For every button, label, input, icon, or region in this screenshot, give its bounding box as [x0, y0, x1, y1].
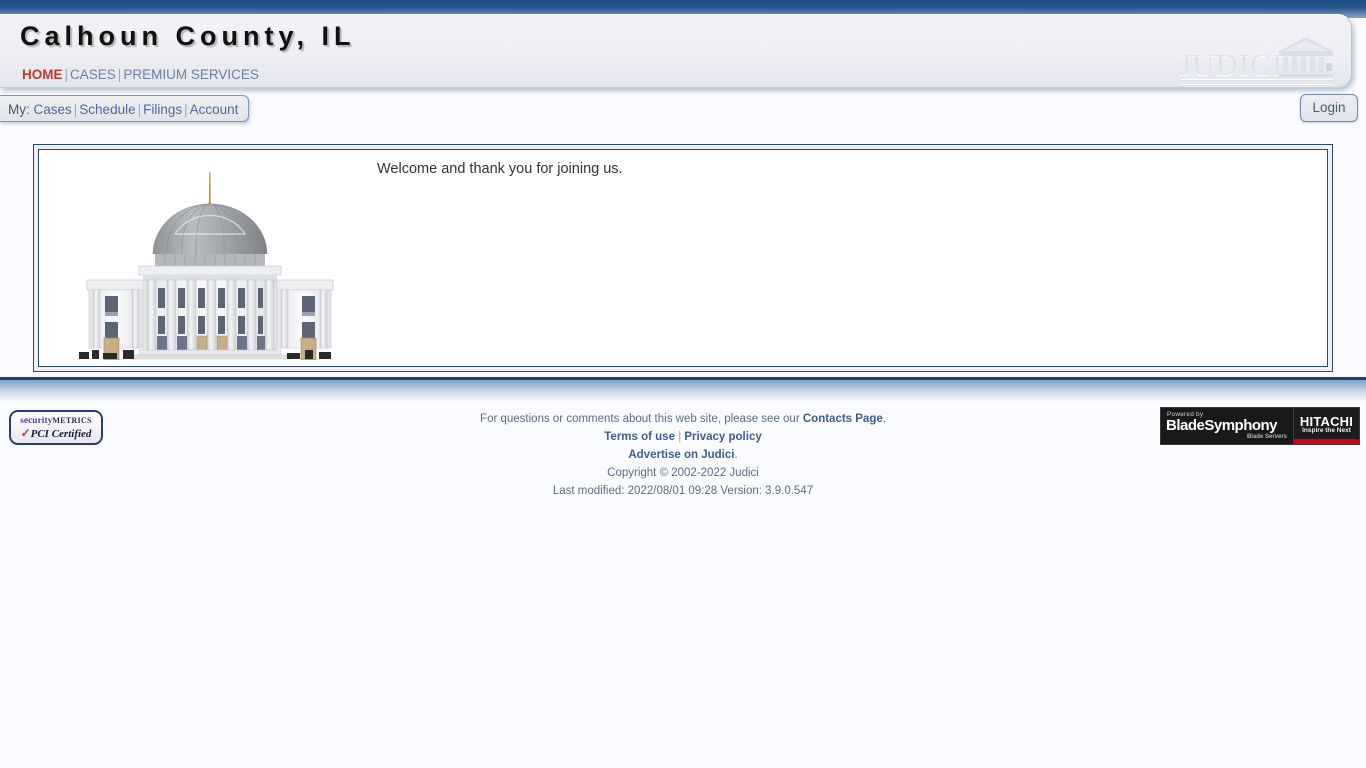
- subnav-link-cases[interactable]: Cases: [34, 102, 72, 117]
- judici-wordmark: JUDICI: [1179, 47, 1284, 82]
- my-label: My:: [8, 102, 30, 117]
- footer-version: Last modified: 2022/08/01 09:28 Version:…: [552, 485, 814, 497]
- bladesymphony-section: Powered by BladeSymphony Blade Servers: [1161, 408, 1293, 444]
- courthouse-illustration: [79, 172, 334, 360]
- subnav-separator: |: [184, 102, 188, 117]
- nav-link-cases[interactable]: CASES: [70, 67, 116, 82]
- subnav-link-filings[interactable]: Filings: [143, 102, 182, 117]
- subnav-separator: |: [73, 102, 78, 117]
- nav-link-premium-services[interactable]: PREMIUM SERVICES: [123, 67, 259, 82]
- footer-advertise-line: Advertise on Judici.: [0, 446, 1366, 464]
- judici-rule-bottom: [1181, 84, 1333, 86]
- welcome-message: Welcome and thank you for joining us.: [377, 161, 623, 177]
- site-footer: securityMETRICS ✓PCI Certified For quest…: [0, 402, 1366, 502]
- footer-separator: |: [678, 431, 682, 443]
- courthouse-icon: [1278, 37, 1334, 77]
- judici-logo[interactable]: JUDICI: [1179, 35, 1339, 93]
- hitachi-red-bar: [1294, 439, 1359, 444]
- footer-contacts-suffix: .: [882, 413, 886, 425]
- page-title: Calhoun County, IL: [20, 21, 356, 51]
- nav-separator: |: [64, 67, 69, 82]
- footer-copyright: Copyright © 2002-2022 Judici: [607, 467, 759, 479]
- main-content-panel: Welcome and thank you for joining us.: [33, 144, 1333, 372]
- bladesymphony-wordmark: BladeSymphony: [1166, 417, 1278, 434]
- terms-of-use-link[interactable]: Terms of use: [604, 431, 675, 443]
- hitachi-section: HITACHI Inspire the Next: [1293, 408, 1359, 444]
- nav-link-home[interactable]: HOME: [22, 67, 63, 82]
- main-navigation: HOME | CASES | PREMIUM SERVICES: [22, 67, 259, 82]
- subnav-link-account[interactable]: Account: [190, 102, 239, 117]
- footer-contacts-prefix: For questions or comments about this web…: [480, 413, 803, 425]
- hitachi-tagline: Inspire the Next: [1302, 427, 1351, 434]
- privacy-policy-link[interactable]: Privacy policy: [684, 431, 761, 443]
- bladesymphony-hitachi-badge[interactable]: Powered by BladeSymphony Blade Servers H…: [1160, 407, 1360, 445]
- subnav-link-schedule[interactable]: Schedule: [79, 102, 135, 117]
- advertise-link[interactable]: Advertise on Judici: [628, 449, 734, 461]
- footer-advertise-suffix: .: [734, 449, 738, 461]
- my-account-tab-bar: My: Cases | Schedule | Filings | Account: [0, 95, 250, 122]
- subnav-separator: |: [137, 102, 142, 117]
- contacts-page-link[interactable]: Contacts Page: [803, 413, 883, 425]
- login-button[interactable]: Login: [1300, 94, 1358, 122]
- blade-servers-label: Blade Servers: [1246, 434, 1287, 440]
- nav-separator: |: [117, 67, 122, 82]
- site-header: Calhoun County, IL HOME | CASES | PREMIUM SE…: [0, 14, 1352, 88]
- main-content-inner: Welcome and thank you for joining us.: [38, 149, 1328, 367]
- footer-divider-fade: [0, 380, 1366, 402]
